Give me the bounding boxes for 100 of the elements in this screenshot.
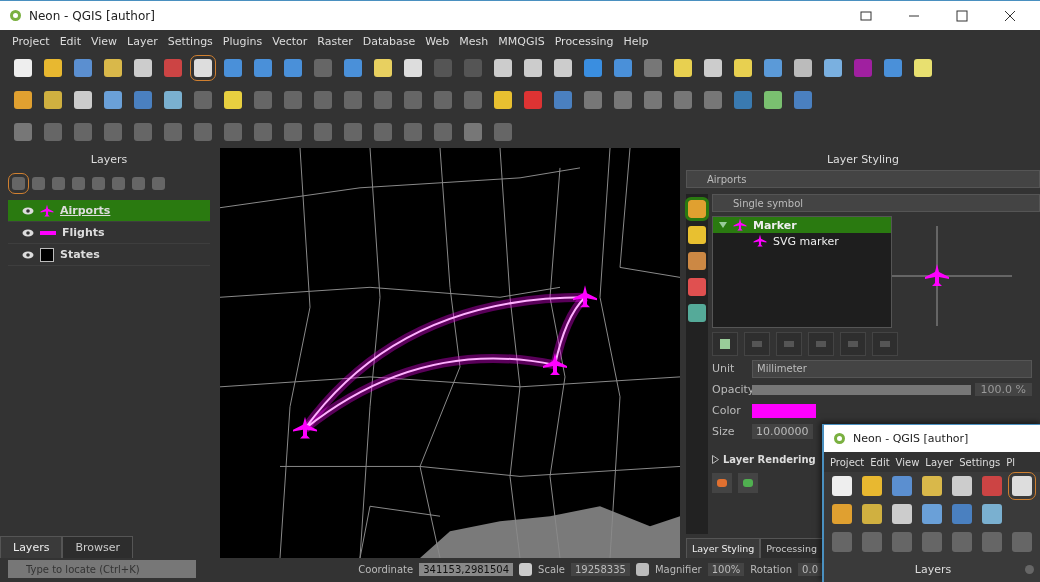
tool-icon[interactable] — [832, 476, 852, 496]
menu-item[interactable]: MMQGIS — [498, 34, 545, 48]
legend-entry[interactable]: Airports — [8, 200, 210, 222]
menu-item[interactable]: Settings — [167, 34, 213, 48]
tool-icon[interactable] — [404, 123, 422, 141]
unit-dropdown[interactable]: Millimeter — [752, 359, 1032, 378]
symbol-tree-item[interactable]: Marker — [713, 217, 891, 233]
tool-icon[interactable] — [734, 59, 752, 77]
tool-icon[interactable] — [314, 91, 332, 109]
tool-icon[interactable] — [344, 91, 362, 109]
tool-icon[interactable] — [464, 59, 482, 77]
tool-icon[interactable] — [734, 91, 752, 109]
menu-item[interactable]: View — [895, 456, 920, 468]
locate-field[interactable]: Type to locate (Ctrl+K) — [8, 560, 196, 578]
tool-icon[interactable] — [152, 176, 165, 190]
tool-icon[interactable] — [104, 59, 122, 77]
tool-icon[interactable] — [494, 59, 512, 77]
tool-icon[interactable] — [224, 91, 242, 109]
tool-icon[interactable] — [688, 304, 706, 322]
tool-icon[interactable] — [914, 59, 932, 77]
tool-icon[interactable] — [854, 59, 872, 77]
redo-button[interactable] — [738, 473, 758, 493]
tool-icon[interactable] — [134, 91, 152, 109]
menu-item[interactable]: Layer — [127, 34, 158, 48]
tool-icon[interactable] — [134, 123, 152, 141]
tool-icon[interactable] — [14, 91, 32, 109]
tool-icon[interactable] — [284, 91, 302, 109]
menu-item[interactable]: Edit — [870, 456, 890, 468]
tool-icon[interactable] — [922, 476, 942, 496]
tool-icon[interactable] — [524, 59, 542, 77]
panel-tab[interactable]: Processing — [760, 538, 823, 558]
tool-icon[interactable] — [52, 176, 65, 190]
section-header[interactable]: Layer Rendering — [723, 454, 816, 465]
tool-icon[interactable] — [314, 59, 332, 77]
tool-icon[interactable] — [194, 123, 212, 141]
tool-icon[interactable] — [344, 59, 362, 77]
rotation-field[interactable]: 0.0 — [798, 562, 822, 576]
menu-item[interactable]: Processing — [554, 34, 614, 48]
tool-icon[interactable] — [164, 59, 182, 77]
tool-icon[interactable] — [314, 123, 332, 141]
tool-icon[interactable] — [134, 59, 152, 77]
caret-icon[interactable] — [712, 455, 719, 464]
menu-item[interactable]: Web — [425, 34, 450, 48]
layer-dropdown[interactable]: Airports — [686, 170, 1040, 188]
tool-icon[interactable] — [44, 123, 62, 141]
tool-icon[interactable] — [704, 59, 722, 77]
tool-button[interactable] — [712, 332, 738, 356]
menu-item[interactable]: Database — [362, 34, 416, 48]
tool-icon[interactable] — [982, 476, 1002, 496]
tool-icon[interactable] — [704, 91, 722, 109]
tool-icon[interactable] — [584, 59, 602, 77]
tool-icon[interactable] — [892, 532, 912, 552]
tool-icon[interactable] — [764, 91, 782, 109]
tool-icon[interactable] — [764, 59, 782, 77]
tool-icon[interactable] — [674, 59, 692, 77]
legend-entry[interactable]: States — [8, 244, 210, 266]
tool-icon[interactable] — [44, 91, 62, 109]
tool-icon[interactable] — [982, 504, 1002, 524]
tool-icon[interactable] — [434, 91, 452, 109]
size-field[interactable]: 10.00000 — [752, 424, 813, 439]
tool-icon[interactable] — [464, 91, 482, 109]
tool-icon[interactable] — [44, 59, 62, 77]
eye-icon[interactable] — [22, 250, 34, 259]
tool-icon[interactable] — [464, 123, 482, 141]
tool-icon[interactable] — [688, 278, 706, 296]
menu-item[interactable]: Raster — [317, 34, 353, 48]
tool-icon[interactable] — [674, 91, 692, 109]
eye-icon[interactable] — [22, 228, 34, 237]
panel-tab[interactable]: Layers — [0, 536, 63, 558]
tool-icon[interactable] — [404, 91, 422, 109]
tool-icon[interactable] — [892, 504, 912, 524]
coordinate-field[interactable]: 341153,2981504 — [419, 562, 514, 576]
tool-icon[interactable] — [374, 91, 392, 109]
tool-icon[interactable] — [344, 123, 362, 141]
tool-icon[interactable] — [284, 123, 302, 141]
tool-icon[interactable] — [164, 91, 182, 109]
tool-icon[interactable] — [862, 532, 882, 552]
tool-icon[interactable] — [164, 123, 182, 141]
tool-icon[interactable] — [922, 504, 942, 524]
menu-item[interactable]: Project — [12, 34, 50, 48]
tool-icon[interactable] — [952, 504, 972, 524]
tool-icon[interactable] — [892, 476, 912, 496]
menu-item[interactable]: Edit — [59, 34, 81, 48]
tool-icon[interactable] — [434, 123, 452, 141]
menu-item[interactable]: Pl — [1006, 456, 1016, 468]
undo-button[interactable] — [712, 473, 732, 493]
tool-icon[interactable] — [952, 532, 972, 552]
menu-item[interactable]: Plugins — [222, 34, 263, 48]
tool-icon[interactable] — [104, 123, 122, 141]
tool-icon[interactable] — [92, 176, 105, 190]
tool-icon[interactable] — [224, 59, 242, 77]
tool-icon[interactable] — [614, 91, 632, 109]
tool-icon[interactable] — [794, 91, 812, 109]
scale-dropdown[interactable]: 19258335 — [570, 562, 630, 576]
tool-icon[interactable] — [112, 176, 125, 190]
menu-item[interactable]: Project — [830, 456, 865, 468]
tool-icon[interactable] — [824, 59, 842, 77]
tool-icon[interactable] — [104, 91, 122, 109]
tool-icon[interactable] — [1012, 532, 1032, 552]
menu-item[interactable]: Vector — [272, 34, 308, 48]
